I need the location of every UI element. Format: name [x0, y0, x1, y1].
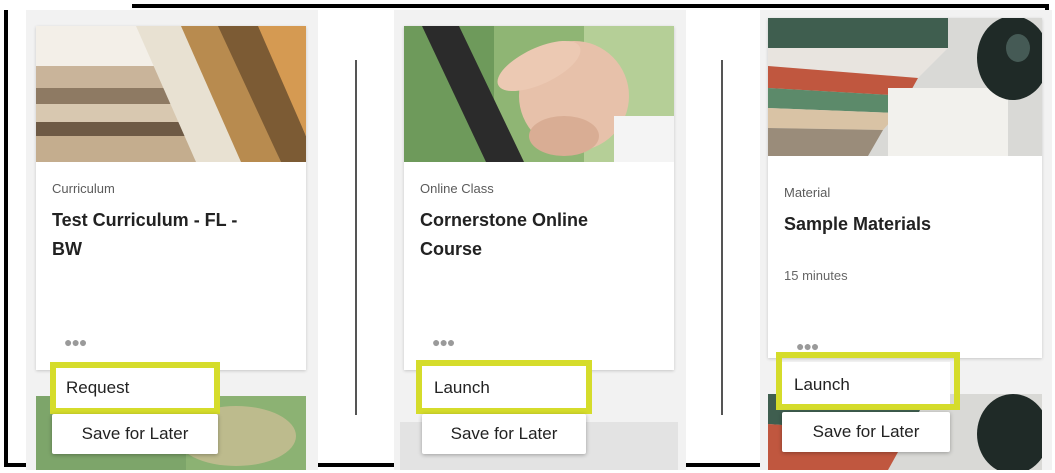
save-for-later-label: Save for Later [450, 424, 558, 443]
save-for-later-label: Save for Later [81, 424, 189, 443]
card-title-line-2: Course [420, 239, 483, 259]
save-for-later-button[interactable]: Save for Later [422, 414, 586, 454]
save-for-later-button[interactable]: Save for Later [52, 414, 218, 454]
card-type-label: Online Class [420, 181, 494, 196]
card-thumbnail-books [36, 26, 306, 162]
column-divider [721, 60, 723, 415]
column-divider [355, 60, 357, 415]
card-material[interactable]: Material Sample Materials 15 minutes ●●● [768, 18, 1042, 358]
card-title[interactable]: Test Curriculum - FL - BW [52, 206, 292, 264]
card-title-line-2: BW [52, 239, 82, 259]
launch-button-highlight [416, 360, 592, 414]
save-for-later-label: Save for Later [812, 422, 920, 441]
card-online-class[interactable]: Online Class Cornerstone Online Course ●… [404, 26, 674, 370]
request-button-highlight [50, 362, 220, 414]
card-curriculum[interactable]: Curriculum Test Curriculum - FL - BW ●●● [36, 26, 306, 370]
save-for-later-button[interactable]: Save for Later [782, 412, 950, 452]
card-duration: 15 minutes [784, 268, 848, 283]
tablet-image [404, 26, 674, 162]
ellipsis-icon[interactable]: ●●● [432, 334, 455, 350]
ellipsis-icon[interactable]: ●●● [64, 334, 87, 350]
card-title-line-1: Test Curriculum - FL - [52, 210, 238, 230]
card-title[interactable]: Sample Materials [784, 210, 1024, 239]
card-type-label: Material [784, 185, 831, 200]
card-title-line-1: Cornerstone Online [420, 210, 589, 230]
card-thumbnail-materials [768, 18, 1042, 156]
books-image [36, 26, 306, 162]
materials-image [768, 18, 1042, 156]
launch-button-highlight [776, 352, 960, 410]
card-thumbnail-tablet [404, 26, 674, 162]
card-type-label: Curriculum [52, 181, 115, 196]
card-title[interactable]: Cornerstone Online Course [420, 206, 660, 264]
card-title-line-1: Sample Materials [784, 214, 932, 234]
